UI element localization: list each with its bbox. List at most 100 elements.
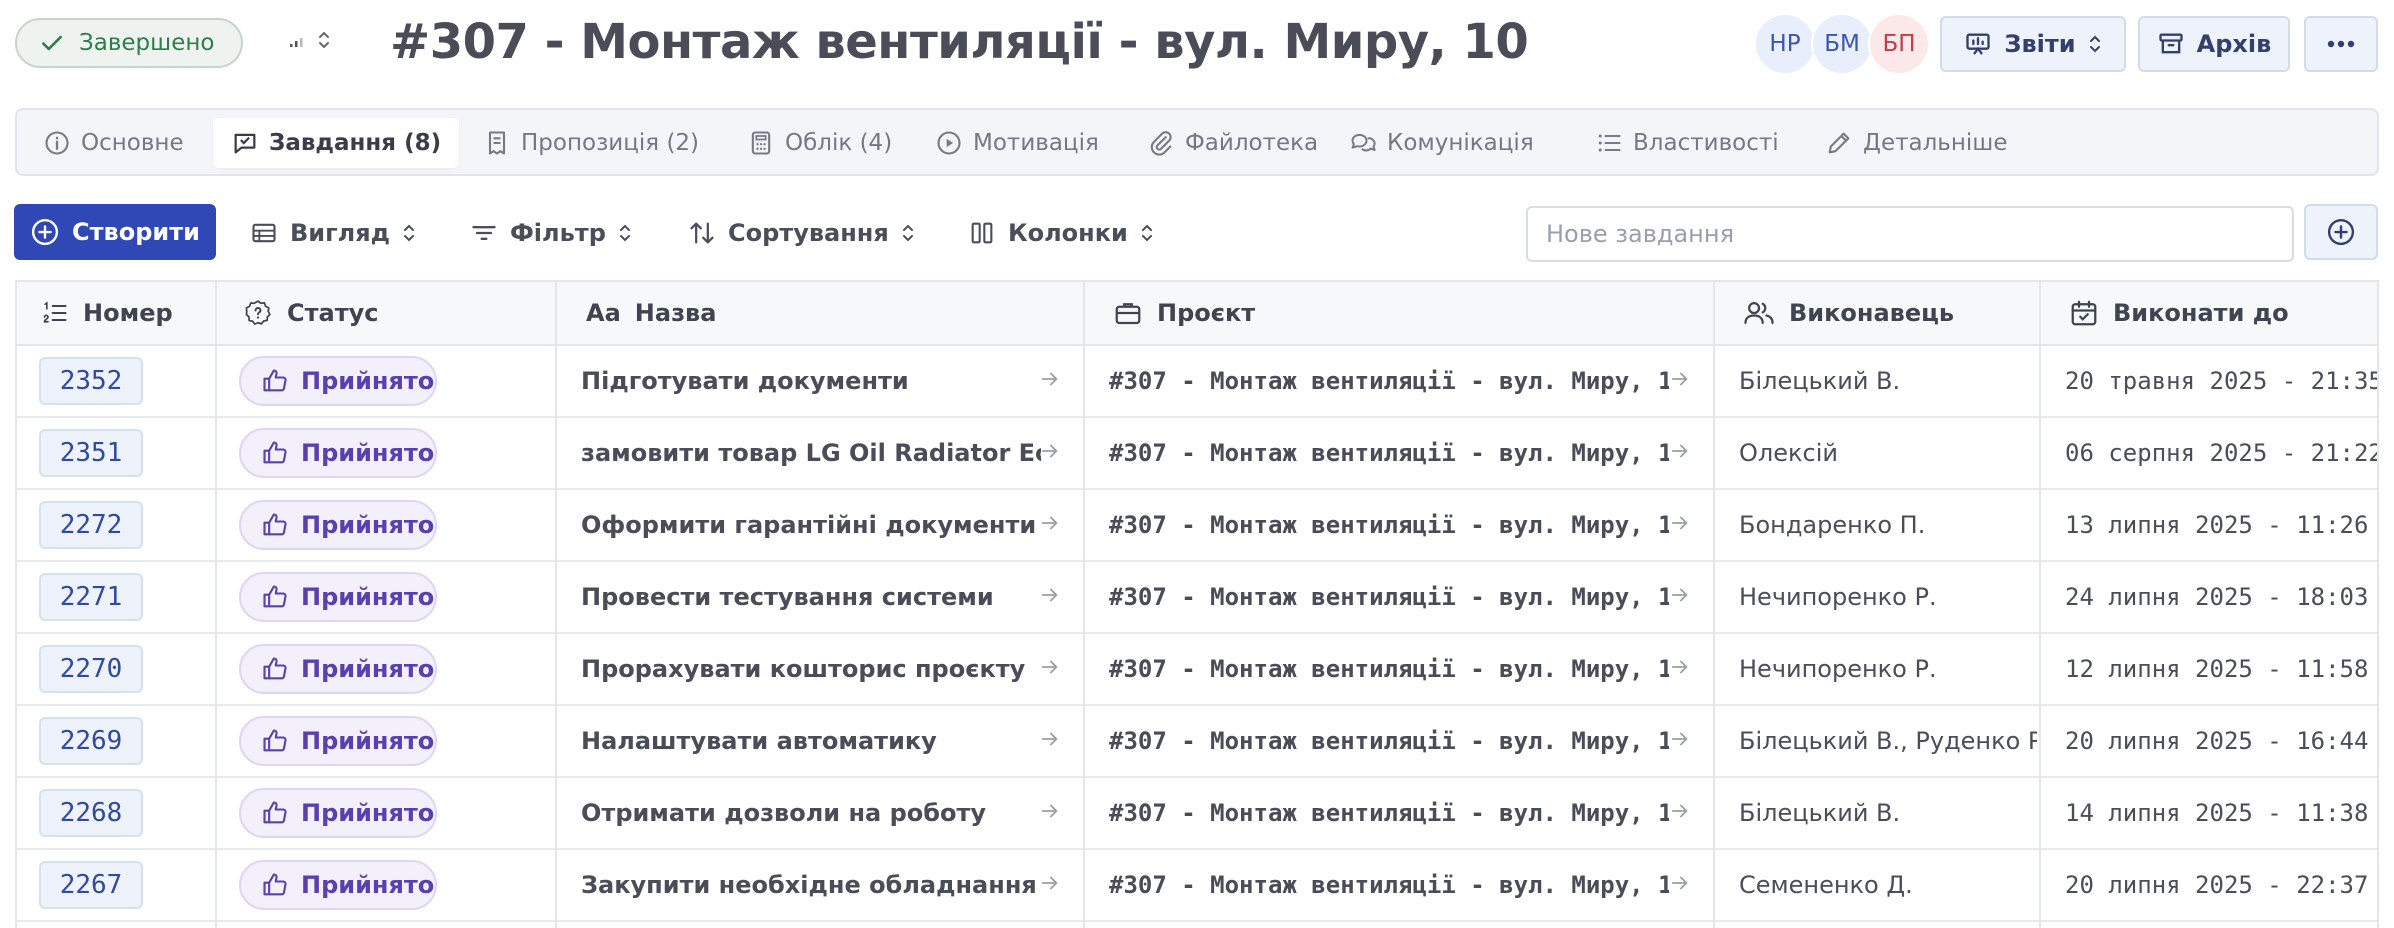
- new-task-input[interactable]: [1526, 206, 2294, 262]
- column-header-project[interactable]: Проєкт: [1089, 282, 1255, 344]
- assignee-name[interactable]: Олексій: [1739, 418, 2037, 488]
- task-name[interactable]: Прорахувати кошторис проєкту: [581, 634, 1041, 704]
- assignee-name[interactable]: Білецький В., Руденко Р.: [1739, 706, 2037, 776]
- arrow-right-icon[interactable]: [1039, 584, 1061, 606]
- status-chip[interactable]: Прийнято: [239, 356, 437, 406]
- status-badge[interactable]: Завершено: [15, 18, 243, 68]
- arrow-right-icon[interactable]: [1039, 368, 1061, 390]
- table-row[interactable]: 2272 Прийнято Оформити гарантійні документ…: [17, 490, 2377, 562]
- tab-accounting[interactable]: Облік (4): [729, 118, 910, 168]
- arrow-right-icon[interactable]: [1669, 584, 1691, 606]
- column-header-name[interactable]: Aa Назва: [562, 282, 716, 344]
- arrow-right-icon[interactable]: [1669, 872, 1691, 894]
- task-name[interactable]: Провести тестування системи: [581, 562, 1041, 632]
- add-task-button[interactable]: [2304, 204, 2378, 260]
- status-chip[interactable]: Прийнято: [239, 788, 437, 838]
- project-name[interactable]: #307 - Монтаж вентиляції - вул. Миру, 10: [1109, 850, 1669, 920]
- arrow-right-icon[interactable]: [1669, 512, 1691, 534]
- arrow-right-icon[interactable]: [1669, 368, 1691, 390]
- table-row[interactable]: 2269 Прийнято Налаштувати автоматику #307 -…: [17, 706, 2377, 778]
- task-name[interactable]: Оформити гарантійні документи: [581, 490, 1041, 560]
- task-name[interactable]: Отримати дозволи на роботу: [581, 778, 1041, 848]
- status-chip[interactable]: Прийнято: [239, 572, 437, 622]
- task-name[interactable]: Підготувати документи: [581, 346, 1041, 416]
- tab-properties[interactable]: Властивості: [1577, 118, 1797, 168]
- column-header-status[interactable]: Статус: [219, 282, 379, 344]
- assignee-name[interactable]: Білецький В.: [1739, 346, 2037, 416]
- arrow-right-icon[interactable]: [1039, 872, 1061, 894]
- arrow-right-icon[interactable]: [1669, 440, 1691, 462]
- avatar[interactable]: НР: [1754, 13, 1816, 75]
- task-number-link[interactable]: 2268: [39, 789, 143, 837]
- status-chip[interactable]: Прийнято: [239, 860, 437, 910]
- reports-button[interactable]: Звіти: [1940, 16, 2126, 72]
- sort-dropdown[interactable]: Сортування: [688, 210, 915, 256]
- tab-label: Мотивація: [973, 130, 1099, 156]
- status-chip[interactable]: Прийнято: [239, 500, 437, 550]
- filter-dropdown[interactable]: Фільтр: [470, 210, 632, 256]
- tab-motivation[interactable]: Мотивація: [917, 118, 1117, 168]
- table-row[interactable]: 2351 Прийнято замовити товар LG Oil Radiat…: [17, 418, 2377, 490]
- assignee-name[interactable]: Нечипоренко Р.: [1739, 562, 2037, 632]
- assignee-name[interactable]: Нечипоренко Р.: [1739, 634, 2037, 704]
- status-chip[interactable]: Прийнято: [239, 428, 437, 478]
- tab-label: Основне: [81, 130, 184, 156]
- tab-tasks[interactable]: Завдання (8): [213, 118, 460, 168]
- task-name[interactable]: замовити товар LG Oil Radiator Eco ...: [581, 418, 1041, 488]
- paperclip-icon: [1147, 129, 1175, 157]
- task-number-link[interactable]: 2272: [39, 501, 143, 549]
- arrow-right-icon[interactable]: [1039, 728, 1061, 750]
- table-row[interactable]: 2270 Прийнято Прорахувати кошторис проєкту…: [17, 634, 2377, 706]
- task-number-link[interactable]: 2351: [39, 429, 143, 477]
- arrow-right-icon[interactable]: [1669, 656, 1691, 678]
- table-row[interactable]: 2268 Прийнято Отримати дозволи на роботу #3…: [17, 778, 2377, 850]
- arrow-right-icon[interactable]: [1039, 800, 1061, 822]
- arrow-right-icon[interactable]: [1669, 800, 1691, 822]
- task-number-link[interactable]: 2352: [39, 357, 143, 405]
- arrow-right-icon[interactable]: [1039, 440, 1061, 462]
- project-name[interactable]: #307 - Монтаж вентиляції - вул. Миру, 10: [1109, 490, 1669, 560]
- project-name[interactable]: #307 - Монтаж вентиляції - вул. Миру, 10: [1109, 562, 1669, 632]
- columns-dropdown[interactable]: Колонки: [968, 210, 1154, 256]
- project-name[interactable]: #307 - Монтаж вентиляції - вул. Миру, 10: [1109, 634, 1669, 704]
- column-header-number[interactable]: Номер: [17, 282, 173, 344]
- due-date: 14 липня 2025 - 11:38: [2065, 799, 2369, 827]
- tab-details[interactable]: Детальніше: [1807, 118, 2026, 168]
- task-number-link[interactable]: 2269: [39, 717, 143, 765]
- priority-selector[interactable]: [288, 28, 332, 52]
- column-header-due[interactable]: Виконати до: [2045, 282, 2289, 344]
- project-name[interactable]: #307 - Монтаж вентиляції - вул. Миру, 10: [1109, 418, 1669, 488]
- number-cell: 2272: [39, 490, 143, 560]
- column-header-assignee[interactable]: Виконавець: [1719, 282, 1954, 344]
- table-row[interactable]: 2271 Прийнято Провести тестування системи #…: [17, 562, 2377, 634]
- view-dropdown[interactable]: Вигляд: [250, 210, 416, 256]
- arrow-right-icon[interactable]: [1039, 512, 1061, 534]
- assignee-name[interactable]: Бондаренко П.: [1739, 490, 2037, 560]
- task-number-link[interactable]: 2271: [39, 573, 143, 621]
- tab-main[interactable]: Основне: [25, 118, 202, 168]
- project-name[interactable]: #307 - Монтаж вентиляції - вул. Миру, 10: [1109, 346, 1669, 416]
- task-number-link[interactable]: 2267: [39, 861, 143, 909]
- status-chip[interactable]: Прийнято: [239, 716, 437, 766]
- status-chip[interactable]: Прийнято: [239, 644, 437, 694]
- archive-button[interactable]: Архів: [2138, 16, 2290, 72]
- assignee-name[interactable]: Семененко Д.: [1739, 850, 2037, 920]
- table-row[interactable]: 2352 Прийнято Підготувати документи #307 - …: [17, 346, 2377, 418]
- avatar[interactable]: БП: [1868, 13, 1930, 75]
- avatar[interactable]: БМ: [1811, 13, 1873, 75]
- create-button[interactable]: Створити: [14, 204, 216, 260]
- project-name[interactable]: #307 - Монтаж вентиляції - вул. Миру, 10: [1109, 778, 1669, 848]
- project-name[interactable]: #307 - Монтаж вентиляції - вул. Миру, 10: [1109, 706, 1669, 776]
- task-number-link[interactable]: 2270: [39, 645, 143, 693]
- tab-proposal[interactable]: Пропозиція (2): [465, 118, 717, 168]
- tab-communication[interactable]: Комунікація: [1331, 118, 1552, 168]
- table-row[interactable]: 2267 Прийнято Закупити необхідне обладнанн…: [17, 850, 2377, 922]
- more-button[interactable]: [2304, 16, 2378, 72]
- tab-files[interactable]: Файлотека: [1129, 118, 1336, 168]
- task-name[interactable]: Закупити необхідне обладнання: [581, 850, 1041, 920]
- check-icon: [39, 30, 65, 56]
- assignee-name[interactable]: Білецький В.: [1739, 778, 2037, 848]
- task-name[interactable]: Налаштувати автоматику: [581, 706, 1041, 776]
- arrow-right-icon[interactable]: [1669, 728, 1691, 750]
- arrow-right-icon[interactable]: [1039, 656, 1061, 678]
